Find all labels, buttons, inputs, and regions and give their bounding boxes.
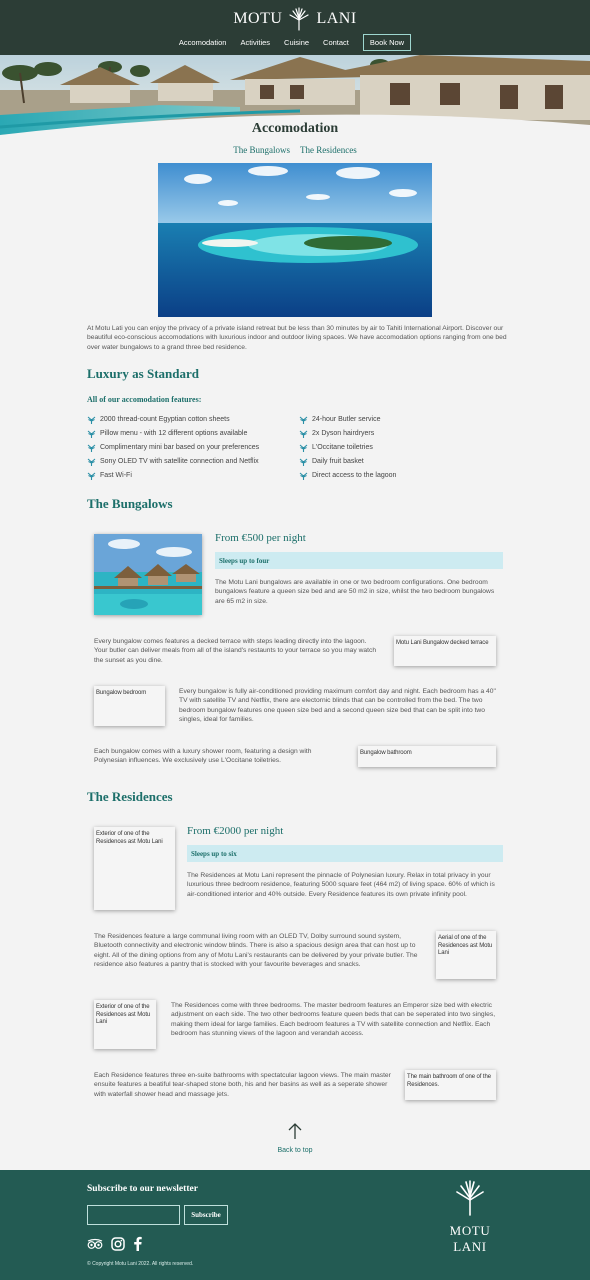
residence-living-text: The Residences feature a large communal … — [94, 933, 418, 968]
site-footer: Subscribe to our newsletter Subscribe © … — [0, 1170, 590, 1280]
page-title: Accomodation — [251, 121, 339, 136]
facebook-icon[interactable] — [133, 1236, 142, 1251]
section-links: The Bungalows The Residences — [0, 145, 590, 155]
features-list: 2000 thread-count Egyptian cotton sheets… — [87, 415, 507, 480]
bathroom-image-placeholder: Bungalow bathroom — [358, 746, 496, 767]
nav-contact[interactable]: Contact — [323, 38, 349, 47]
list-item: Sony OLED TV with satellite connection a… — [87, 457, 299, 466]
list-item: Direct access to the lagoon — [299, 471, 507, 480]
feature-text: 2000 thread-count Egyptian cotton sheets — [100, 416, 230, 423]
footer-logo-text: MOTU LANI — [449, 1223, 491, 1254]
book-now-button[interactable]: Book Now — [362, 34, 412, 51]
bungalow-sleeps-badge: Sleeps up to four — [215, 552, 503, 569]
residence-exterior2-image-placeholder: Exterior of one of the Residences ast Mo… — [94, 1000, 156, 1049]
link-bungalows[interactable]: The Bungalows — [233, 145, 290, 155]
coral-bullet-icon — [87, 416, 96, 424]
residence-bath-image-placeholder: The main bathroom of one of the Residenc… — [405, 1070, 496, 1100]
features-subheading: All of our accomodation features: — [87, 395, 202, 404]
list-item: 24-hour Butler service — [299, 415, 507, 424]
coral-bullet-icon — [87, 430, 96, 438]
residence-bedrooms-text: The Residences come with three bedrooms.… — [171, 1002, 496, 1037]
feature-text: Complimentary mini bar based on your pre… — [100, 444, 260, 451]
nav-activities[interactable]: Activities — [240, 38, 270, 47]
residences-heading: The Residences — [87, 789, 173, 804]
list-item: Complimentary mini bar based on your pre… — [87, 443, 299, 452]
feature-text: 2x Dyson hairdryers — [312, 430, 375, 437]
list-item: Pillow menu - with 12 different options … — [87, 429, 299, 438]
palm-logo-icon — [456, 1180, 484, 1216]
bungalow-bedroom-text: Every bungalow is fully air-conditioned … — [179, 688, 496, 723]
bungalow-bathroom-text: Each bungalow comes with a luxury shower… — [94, 748, 312, 765]
footer-logo[interactable]: MOTU LANI — [434, 1180, 506, 1255]
brand-name-left: MOTU — [233, 10, 283, 27]
link-residences[interactable]: The Residences — [300, 145, 357, 155]
residence-description: The Residences at Motu Lani represent th… — [187, 872, 495, 898]
feature-text: Daily fruit basket — [312, 458, 364, 465]
subscribe-button[interactable]: Subscribe — [184, 1205, 228, 1225]
coral-bullet-icon — [299, 458, 308, 466]
bungalow-price: From €500 per night — [215, 532, 306, 544]
feature-text: 24-hour Butler service — [312, 416, 381, 423]
brand-logo[interactable]: MOTU LANI — [0, 7, 590, 31]
main-nav: Accomodation Activities Cuisine Contact … — [0, 34, 590, 51]
residence-aerial-image-placeholder: Aerial of one of the Residences ast Motu… — [436, 931, 496, 979]
bungalow-photo — [94, 534, 202, 615]
residence-price: From €2000 per night — [187, 825, 284, 837]
luxury-heading: Luxury as Standard — [87, 366, 199, 381]
tripadvisor-icon[interactable] — [87, 1238, 103, 1250]
bedroom-image-placeholder: Bungalow bedroom — [94, 686, 165, 726]
coral-bullet-icon — [299, 444, 308, 452]
residence-exterior-image-placeholder: Exterior of one of the Residences ast Mo… — [94, 827, 175, 910]
newsletter-email-input[interactable] — [87, 1205, 180, 1225]
back-to-top-link[interactable]: Back to top — [0, 1122, 590, 1154]
bungalow-terrace-text: Every bungalow comes features a decked t… — [94, 638, 377, 664]
palm-logo-icon — [289, 7, 310, 31]
coral-bullet-icon — [87, 458, 96, 466]
feature-text: Sony OLED TV with satellite connection a… — [100, 458, 259, 465]
coral-bullet-icon — [299, 472, 308, 480]
coral-bullet-icon — [299, 416, 308, 424]
bungalow-description: The Motu Lani bungalows are available in… — [215, 579, 495, 605]
list-item: Fast Wi-Fi — [87, 471, 299, 480]
feature-text: Pillow menu - with 12 different options … — [100, 430, 248, 437]
site-header: MOTU LANI Accomodation Activities Cuisin… — [0, 0, 590, 55]
back-to-top-label: Back to top — [277, 1147, 313, 1154]
instagram-icon[interactable] — [111, 1236, 125, 1251]
nav-accomodation[interactable]: Accomodation — [179, 38, 227, 47]
nav-cuisine[interactable]: Cuisine — [284, 38, 309, 47]
bungalows-heading: The Bungalows — [87, 496, 173, 511]
intro-paragraph: At Motu Lati you can enjoy the privacy o… — [87, 325, 507, 351]
brand-name-right: LANI — [316, 10, 357, 27]
list-item: 2000 thread-count Egyptian cotton sheets — [87, 415, 299, 424]
copyright-text: © Copyright Motu Lani 2022. All rights r… — [87, 1261, 194, 1267]
coral-bullet-icon — [299, 430, 308, 438]
list-item: L'Occitane toiletries — [299, 443, 507, 452]
list-item: 2x Dyson hairdryers — [299, 429, 507, 438]
coral-bullet-icon — [87, 472, 96, 480]
newsletter-heading: Subscribe to our newsletter — [87, 1184, 198, 1194]
feature-text: Fast Wi-Fi — [100, 472, 132, 479]
residence-bath-text: Each Residence features three en-suite b… — [94, 1072, 391, 1098]
island-aerial-image — [158, 163, 432, 317]
list-item: Daily fruit basket — [299, 457, 507, 466]
residence-sleeps-badge: Sleeps up to six — [187, 845, 503, 862]
social-links — [87, 1236, 142, 1251]
coral-bullet-icon — [87, 444, 96, 452]
feature-text: L'Occitane toiletries — [312, 444, 373, 451]
feature-text: Direct access to the lagoon — [312, 472, 397, 479]
arrow-up-icon — [288, 1123, 302, 1139]
terrace-image-placeholder: Motu Lani Bungalow decked terrace — [394, 636, 496, 666]
